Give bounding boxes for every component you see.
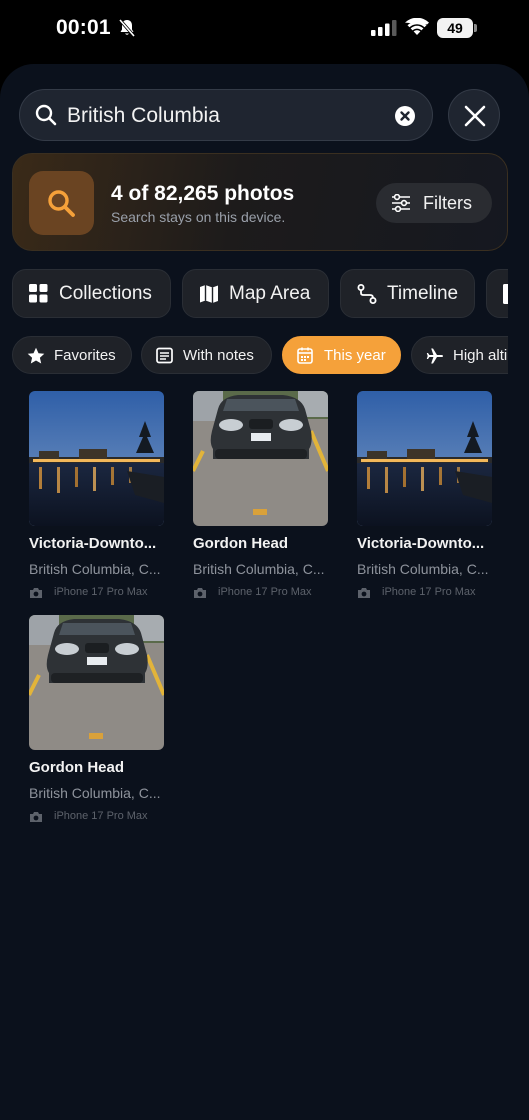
filters-button[interactable]: Filters [376,183,492,223]
photo-thumbnail[interactable] [29,391,164,526]
results-search-badge [29,171,94,235]
camera-icon [30,588,42,598]
note-icon [156,347,173,364]
search-icon [48,190,75,217]
with-notes-label: With notes [183,347,254,364]
cellular-signal-icon [371,20,397,36]
device-label: iPhone 17 Pro Max [382,586,476,598]
bell-muted-icon [118,18,136,38]
photo-tile[interactable]: Victoria-Downto... British Columbia, C..… [29,391,169,603]
photo-title: Gordon Head [29,759,125,776]
this-year-label: This year [324,347,386,364]
close-icon [464,105,486,127]
timeline-button[interactable]: Timeline [340,269,475,318]
photo-location: British Columbia, C... [193,561,325,577]
photo-thumbnail[interactable] [357,391,492,526]
photo-thumbnail[interactable] [193,391,328,526]
grid-icon [29,284,48,303]
battery-tip [474,24,477,32]
collections-label: Collections [59,283,152,304]
battery-level: 49 [437,18,473,38]
status-time: 00:01 [56,16,111,39]
photo-tile[interactable]: Victoria-Downto... British Columbia, C..… [357,391,497,603]
camera-icon [358,588,370,598]
search-input[interactable]: British Columbia [19,89,433,141]
photo-location: British Columbia, C... [29,561,161,577]
map-area-button[interactable]: Map Area [182,269,329,318]
photo-device: iPhone 17 Pro Max [193,586,343,600]
device-label: iPhone 17 Pro Max [54,810,148,822]
star-icon [27,347,45,364]
device-label: iPhone 17 Pro Max [218,586,312,598]
search-icon [35,104,57,126]
high-altitude-label: High alti [453,347,508,364]
this-year-pill[interactable]: This year [282,336,401,374]
photo-location: British Columbia, C... [357,561,489,577]
camera-icon [30,812,42,822]
camera-icon [194,588,206,598]
results-subtitle: Search stays on this device. [111,209,286,225]
harbour-night-photo [29,391,164,526]
airplane-icon [426,348,443,364]
map-area-label: Map Area [229,283,311,304]
results-count: 4 of 82,265 photos [111,182,295,205]
route-icon [357,284,377,304]
map-icon [200,285,218,303]
battery-indicator: 49 [437,18,477,38]
photo-device: iPhone 17 Pro Max [29,810,179,824]
parked-car-photo [193,391,328,526]
timeline-label: Timeline [387,283,459,304]
favorites-pill[interactable]: Favorites [12,336,132,374]
book-icon [503,284,508,304]
with-notes-pill[interactable]: With notes [141,336,272,374]
parked-car-photo [29,615,164,750]
search-sheet: British Columbia 4 of 82,265 photos Sear… [0,64,529,1120]
clear-icon[interactable] [394,105,416,127]
favorites-label: Favorites [54,347,116,364]
filter-pill-row: Favorites With notes This year High alti [0,336,508,374]
more-category-button[interactable] [486,269,508,318]
results-summary-card: 4 of 82,265 photos Search stays on this … [12,153,508,251]
photo-device: iPhone 17 Pro Max [357,586,507,600]
wifi-icon [405,18,429,35]
photo-tile[interactable]: Gordon Head British Columbia, C... iPhon… [29,615,169,827]
photo-tile[interactable]: Gordon Head British Columbia, C... iPhon… [193,391,333,603]
photo-title: Victoria-Downto... [29,535,157,552]
photo-device: iPhone 17 Pro Max [29,586,179,600]
collections-button[interactable]: Collections [12,269,171,318]
photo-location: British Columbia, C... [29,785,161,801]
close-button[interactable] [448,89,500,141]
calendar-icon [297,347,313,364]
high-altitude-pill[interactable]: High alti [411,336,508,374]
status-bar: 00:01 49 [0,0,529,58]
device-label: iPhone 17 Pro Max [54,586,148,598]
photo-thumbnail[interactable] [29,615,164,750]
photo-title: Victoria-Downto... [357,535,485,552]
sliders-icon [392,194,410,212]
photo-title: Gordon Head [193,535,289,552]
harbour-night-photo [357,391,492,526]
search-query: British Columbia [67,104,220,127]
filters-label: Filters [423,193,472,213]
category-row: Collections Map Area Timeline [0,269,508,318]
